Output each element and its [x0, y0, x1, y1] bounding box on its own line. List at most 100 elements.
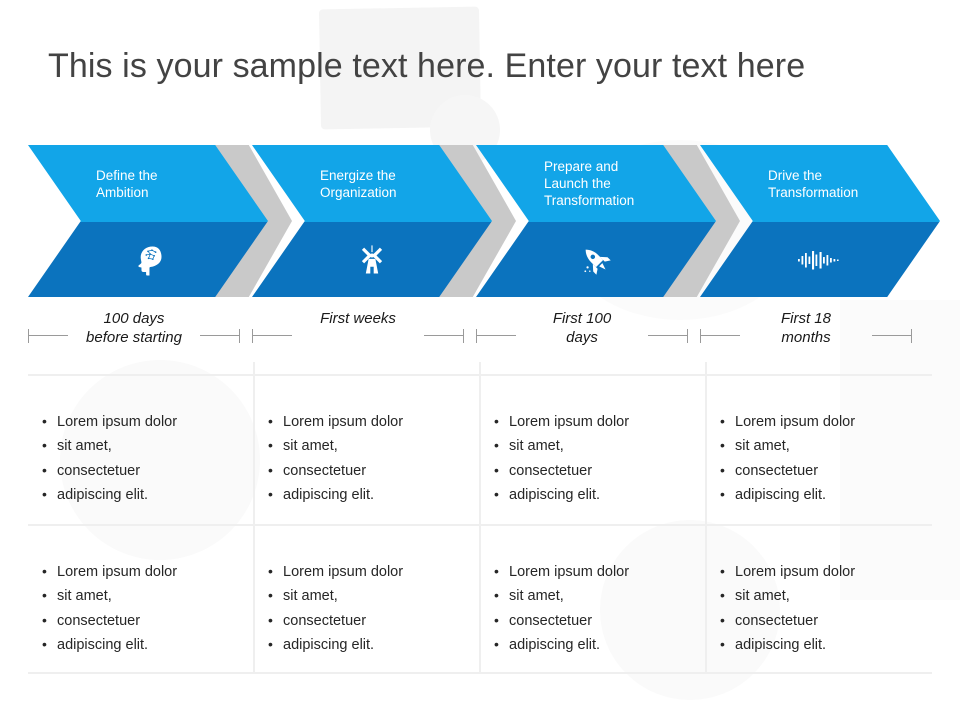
- bullet-item: adipiscing elit.: [266, 482, 472, 507]
- bullet-item: sit amet,: [492, 583, 698, 608]
- grid-vertical-line: [253, 362, 255, 674]
- dimension-end-cap: [911, 329, 912, 343]
- dimension-line-right-4: [852, 329, 912, 343]
- bullet-cell-r2-c3[interactable]: Lorem ipsum dolorsit amet,consectetuerad…: [492, 559, 698, 657]
- process-stage-1[interactable]: Define the Ambition: [28, 145, 268, 297]
- chevron-bottom-band: [252, 222, 492, 297]
- bullet-item: sit amet,: [718, 433, 924, 458]
- bullet-item: consectetuer: [266, 458, 472, 483]
- bullet-item: consectetuer: [40, 458, 246, 483]
- timeline-dimension-row: 100 days before starting First weeks First …: [0, 305, 960, 367]
- chevron-bottom-band: [28, 222, 268, 297]
- timeline-segment-1: 100 days before starting: [28, 305, 240, 367]
- dimension-bar: [872, 335, 912, 336]
- dimension-end-cap: [28, 329, 29, 343]
- bullet-item: Lorem ipsum dolor: [266, 559, 472, 584]
- chevron-top-band: [700, 145, 940, 222]
- bullet-item: consectetuer: [718, 608, 924, 633]
- bullet-item: sit amet,: [718, 583, 924, 608]
- dimension-end-cap: [687, 329, 688, 343]
- dimension-bar: [700, 335, 740, 336]
- process-stage-4[interactable]: Drive the Transformation: [700, 145, 940, 297]
- chevron-top-band: [252, 145, 492, 222]
- bullet-item: Lorem ipsum dolor: [40, 559, 246, 584]
- grid-vertical-line: [479, 362, 481, 674]
- bullet-item: Lorem ipsum dolor: [718, 409, 924, 434]
- dimension-end-cap: [476, 329, 477, 343]
- dimension-bar: [648, 335, 688, 336]
- bullet-item: adipiscing elit.: [40, 482, 246, 507]
- bullet-cell-r2-c2[interactable]: Lorem ipsum dolorsit amet,consectetuerad…: [266, 559, 472, 657]
- bullet-list: Lorem ipsum dolorsit amet,consectetuerad…: [266, 409, 472, 507]
- dimension-bar: [252, 335, 292, 336]
- dimension-end-cap: [463, 329, 464, 343]
- bullet-item: Lorem ipsum dolor: [40, 409, 246, 434]
- bullet-list: Lorem ipsum dolorsit amet,consectetuerad…: [492, 559, 698, 657]
- bullet-item: sit amet,: [40, 433, 246, 458]
- bullet-list: Lorem ipsum dolorsit amet,consectetuerad…: [40, 409, 246, 507]
- bullet-cell-r1-c3[interactable]: Lorem ipsum dolorsit amet,consectetuerad…: [492, 409, 698, 507]
- grid-vertical-line: [705, 362, 707, 674]
- bullet-item: Lorem ipsum dolor: [492, 559, 698, 584]
- bullet-item: sit amet,: [40, 583, 246, 608]
- bullet-item: consectetuer: [492, 458, 698, 483]
- bullet-cell-r1-c1[interactable]: Lorem ipsum dolorsit amet,consectetuerad…: [40, 409, 246, 507]
- bullet-item: Lorem ipsum dolor: [492, 409, 698, 434]
- timeline-segment-3: First 100 days: [476, 305, 688, 367]
- chevron-shape: [700, 145, 940, 297]
- bullet-item: adipiscing elit.: [492, 632, 698, 657]
- bullet-cell-r1-c2[interactable]: Lorem ipsum dolorsit amet,consectetuerad…: [266, 409, 472, 507]
- bullet-item: adipiscing elit.: [40, 632, 246, 657]
- dimension-bar: [200, 335, 240, 336]
- chevron-shape: [28, 145, 268, 297]
- timeline-label-line1: 100 days: [103, 310, 165, 327]
- dimension-line-right-1: [180, 329, 240, 343]
- process-stage-2[interactable]: Energize the Organization: [252, 145, 492, 297]
- chevron-top-band: [476, 145, 716, 222]
- dimension-end-cap: [252, 329, 253, 343]
- bullet-item: adipiscing elit.: [266, 632, 472, 657]
- dimension-bar: [424, 335, 464, 336]
- dimension-bar: [28, 335, 68, 336]
- bullet-item: sit amet,: [266, 433, 472, 458]
- bullet-list: Lorem ipsum dolorsit amet,consectetuerad…: [266, 559, 472, 657]
- bullet-item: Lorem ipsum dolor: [718, 559, 924, 584]
- dimension-bar: [476, 335, 516, 336]
- chevron-bottom-band: [476, 222, 716, 297]
- bullet-item: sit amet,: [266, 583, 472, 608]
- bullet-item: adipiscing elit.: [718, 632, 924, 657]
- bullet-list: Lorem ipsum dolorsit amet,consectetuerad…: [718, 409, 924, 507]
- dimension-line-right-3: [628, 329, 688, 343]
- bullet-item: consectetuer: [718, 458, 924, 483]
- dimension-end-cap: [700, 329, 701, 343]
- timeline-label-line1: First weeks: [320, 310, 396, 327]
- process-stage-3[interactable]: Prepare and Launch the Transformation: [476, 145, 716, 297]
- dimension-end-cap: [239, 329, 240, 343]
- chevron-shape: [252, 145, 492, 297]
- bullet-item: consectetuer: [266, 608, 472, 633]
- dimension-line-left-3: [476, 329, 536, 343]
- bullet-list: Lorem ipsum dolorsit amet,consectetuerad…: [718, 559, 924, 657]
- bullet-cell-r1-c4[interactable]: Lorem ipsum dolorsit amet,consectetuerad…: [718, 409, 924, 507]
- dimension-line-right-2: [404, 329, 464, 343]
- timeline-label-line1: First 18: [780, 310, 831, 327]
- timeline-segment-2: First weeks: [252, 305, 464, 367]
- dimension-line-left-4: [700, 329, 760, 343]
- dimension-line-left-1: [28, 329, 88, 343]
- bullet-cell-r2-c4[interactable]: Lorem ipsum dolorsit amet,consectetuerad…: [718, 559, 924, 657]
- timeline-label-2: First weeks: [252, 309, 464, 328]
- bullet-item: sit amet,: [492, 433, 698, 458]
- dimension-line-left-2: [252, 329, 312, 343]
- bullet-item: consectetuer: [40, 608, 246, 633]
- chevron-bottom-band: [700, 222, 940, 297]
- bullet-item: adipiscing elit.: [718, 482, 924, 507]
- bullet-list: Lorem ipsum dolorsit amet,consectetuerad…: [40, 559, 246, 657]
- timeline-label-line1: First 100: [552, 310, 612, 327]
- process-chevron-band: Define the Ambition Energize the Organizat…: [0, 145, 960, 297]
- bullet-item: Lorem ipsum dolor: [266, 409, 472, 434]
- bullet-item: adipiscing elit.: [492, 482, 698, 507]
- bullet-cell-r2-c1[interactable]: Lorem ipsum dolorsit amet,consectetuerad…: [40, 559, 246, 657]
- timeline-segment-4: First 18 months: [700, 305, 912, 367]
- bullet-list: Lorem ipsum dolorsit amet,consectetuerad…: [492, 409, 698, 507]
- bullets-grid: Lorem ipsum dolorsit amet,consectetuerad…: [28, 362, 932, 674]
